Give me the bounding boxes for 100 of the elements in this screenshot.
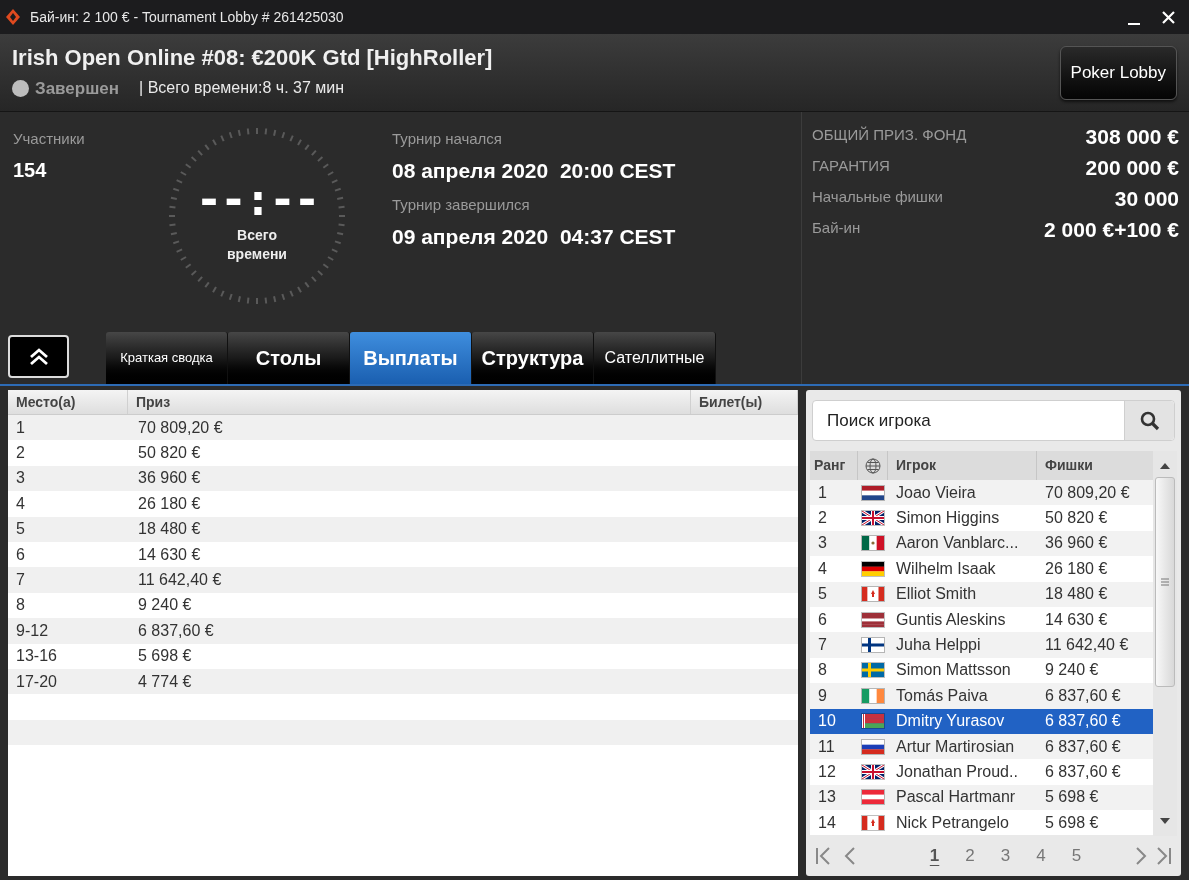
participants-label: Участники xyxy=(13,129,85,149)
player-row[interactable]: 12 Jonathan Proud.. 6 837,60 € xyxy=(810,759,1153,785)
table-cell-text: 3 xyxy=(15,468,26,489)
player-name: Jonathan Proud.. xyxy=(895,762,1019,782)
end-time: 09 апреля 2020 04:37 CEST xyxy=(392,223,676,250)
player-row[interactable]: 14 Nick Petrangelo 5 698 € xyxy=(810,810,1153,836)
table-cell-text: 4 774 € xyxy=(137,671,193,692)
stat-value: 308 000 € xyxy=(1085,124,1179,150)
flag-icon xyxy=(862,561,884,576)
table-cell-text: 9 240 € xyxy=(137,595,193,616)
stat-value: 30 000 xyxy=(1114,186,1179,212)
page-link[interactable]: 3 xyxy=(1000,843,1011,869)
chip-count: 11 642,40 € xyxy=(1044,635,1130,656)
clock-caption: Всего времени xyxy=(226,226,288,264)
player-name: Tomás Paiva xyxy=(895,685,989,706)
column-header[interactable]: Место(а) xyxy=(8,390,128,414)
table-cell-text: 1 xyxy=(15,417,26,438)
total-duration: | Всего времени:8 ч. 37 мин xyxy=(139,78,345,99)
player-row[interactable]: 8 Simon Mattsson 9 240 € xyxy=(810,657,1153,684)
start-label: Турнир начался xyxy=(392,129,503,149)
table-cell-text: 26 180 € xyxy=(137,493,202,514)
player-name: Nick Petrangelo xyxy=(895,812,1010,833)
chip-count: 6 837,60 € xyxy=(1044,762,1122,782)
table-cell-text: 6 xyxy=(15,544,26,565)
rank: 6 xyxy=(817,609,828,630)
table-cell-text: 7 xyxy=(15,570,26,591)
tab[interactable]: Структура xyxy=(472,332,594,384)
search-bar[interactable]: Поиск игрока xyxy=(812,400,1175,441)
page-link[interactable]: 5 xyxy=(1071,843,1082,869)
search-button[interactable] xyxy=(1124,401,1174,440)
tab[interactable]: Столы xyxy=(228,332,350,384)
stat-label: ГАРАНТИЯ xyxy=(812,156,890,176)
column-header[interactable]: Билет(ы) xyxy=(691,390,798,414)
flag-icon xyxy=(862,663,884,678)
collapse-button[interactable] xyxy=(8,335,69,378)
flag-icon xyxy=(862,790,884,805)
scroll-thumb[interactable] xyxy=(1155,477,1175,687)
flag-icon xyxy=(862,739,884,754)
next-page-icon[interactable] xyxy=(1133,846,1149,866)
chip-count: 14 630 € xyxy=(1044,609,1109,630)
scroll-down-icon[interactable] xyxy=(1160,818,1170,824)
player-row[interactable]: 2 Simon Higgins 50 820 € xyxy=(810,505,1153,531)
flag-icon xyxy=(862,511,884,526)
flag-icon xyxy=(862,612,884,627)
chip-count: 6 837,60 € xyxy=(1044,711,1122,732)
player-row[interactable]: 11 Artur Martirosian 6 837,60 € xyxy=(810,733,1153,760)
tab[interactable]: Краткая сводка xyxy=(106,332,228,384)
globe-icon[interactable] xyxy=(864,457,881,474)
player-row[interactable]: 6 Guntis Aleskins 14 630 € xyxy=(810,606,1153,633)
player-row[interactable]: 7 Juha Helppi 11 642,40 € xyxy=(810,632,1153,658)
table-cell-text: 5 698 € xyxy=(137,646,193,667)
page-link[interactable]: 1 xyxy=(929,843,940,869)
previous-page-icon[interactable] xyxy=(842,846,858,866)
table-cell-text: 4 xyxy=(15,493,26,514)
grip-icon xyxy=(1161,578,1169,586)
close-icon[interactable] xyxy=(1162,10,1175,24)
player-row[interactable]: 4 Wilhelm Isaak 26 180 € xyxy=(810,556,1153,582)
chip-count: 5 698 € xyxy=(1044,812,1100,833)
page-link[interactable]: 2 xyxy=(965,843,975,869)
player-name: Pascal Hartmanr xyxy=(895,787,1017,808)
chip-count: 18 480 € xyxy=(1044,584,1109,605)
clock-display: --:-- xyxy=(195,178,319,222)
rank: 3 xyxy=(817,533,828,554)
stat-label: Начальные фишки xyxy=(812,187,943,207)
table-cell-text: 14 630 € xyxy=(137,544,202,565)
player-row[interactable]: 10 Dmitry Yurasov 6 837,60 € xyxy=(810,708,1153,734)
chip-count: 50 820 € xyxy=(1044,508,1109,529)
player-name: Simon Mattsson xyxy=(895,660,1012,681)
tab[interactable]: Выплаты xyxy=(350,332,472,384)
player-name: Elliot Smith xyxy=(895,584,978,605)
player-search-field[interactable]: Поиск игрока xyxy=(813,401,1124,440)
table-cell-text: 18 480 € xyxy=(137,519,202,540)
table-cell-text: 70 809,20 € xyxy=(137,417,224,438)
stat-label: Бай-ин xyxy=(812,218,861,238)
flag-icon xyxy=(862,485,884,500)
tab[interactable]: Сателлитные xyxy=(594,332,716,384)
page-link[interactable]: 4 xyxy=(1036,843,1046,869)
chip-count: 5 698 € xyxy=(1044,787,1100,808)
poker-lobby-button[interactable]: Poker Lobby xyxy=(1059,45,1177,100)
flag-icon xyxy=(862,765,884,779)
rank: 12 xyxy=(817,762,837,782)
player-name: Juha Helppi xyxy=(895,635,982,656)
player-row[interactable]: 13 Pascal Hartmanr 5 698 € xyxy=(810,784,1153,811)
diamond-logo-icon xyxy=(6,9,20,25)
rank: 5 xyxy=(817,584,828,605)
column-header[interactable]: Фишки xyxy=(1037,451,1153,480)
player-row[interactable]: 5 Elliot Smith 18 480 € xyxy=(810,581,1153,607)
end-label: Турнир завершился xyxy=(392,195,531,215)
chip-count: 26 180 € xyxy=(1044,558,1109,579)
rank: 8 xyxy=(817,660,828,681)
player-row[interactable]: 9 Tomás Paiva 6 837,60 € xyxy=(810,683,1153,709)
flag-icon xyxy=(862,815,884,830)
player-row[interactable]: 3 Aaron Vanblarc... 36 960 € xyxy=(810,530,1153,557)
player-name: Guntis Aleskins xyxy=(895,609,1007,630)
player-name: Aaron Vanblarc... xyxy=(895,533,1020,554)
player-row[interactable]: 1 Joao Vieira 70 809,20 € xyxy=(810,480,1153,506)
scroll-up-icon[interactable] xyxy=(1160,463,1170,469)
player-name: Artur Martirosian xyxy=(895,736,1016,757)
table-cell-text: 5 xyxy=(15,519,26,540)
column-header[interactable]: Приз xyxy=(128,390,691,414)
